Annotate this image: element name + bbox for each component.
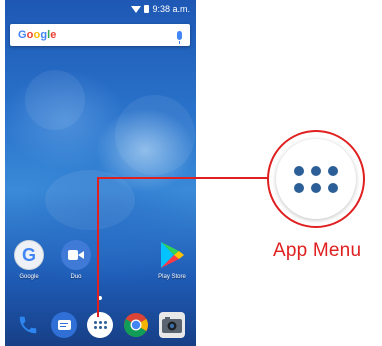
- app-drawer-icon: [93, 321, 107, 329]
- phone-icon: [19, 316, 37, 334]
- drawer-dot: [103, 326, 107, 329]
- messages-icon: [57, 320, 71, 330]
- chrome-icon: [124, 313, 148, 338]
- drawer-dot: [311, 165, 321, 176]
- google-logo: Google: [18, 29, 177, 41]
- wallpaper-shape: [25, 70, 85, 130]
- dock-messages[interactable]: [51, 312, 77, 338]
- drawer-dot: [98, 326, 102, 329]
- app-drawer-icon: [276, 139, 356, 219]
- wallpaper-shape: [115, 95, 195, 175]
- logo-letter: e: [50, 29, 57, 41]
- drawer-dot: [311, 182, 321, 193]
- status-bar: 9:38 a.m.: [5, 0, 196, 18]
- play-store-glyph: [161, 242, 184, 268]
- drawer-dot: [103, 321, 107, 324]
- app-menu-zoom: [267, 130, 365, 228]
- wifi-icon: [131, 5, 142, 13]
- wallpaper-shape: [45, 170, 135, 230]
- duo-camera-glyph: [68, 250, 84, 260]
- callout-leader-vertical: [97, 177, 99, 317]
- camera-icon: [162, 317, 182, 333]
- google-search-bar[interactable]: Google: [10, 24, 190, 46]
- app-label: Play Store: [158, 274, 186, 280]
- app-google[interactable]: G Google: [8, 240, 50, 280]
- drawer-dot: [328, 165, 338, 176]
- drawer-dot: [98, 321, 102, 324]
- google-g-glyph: G: [21, 244, 36, 265]
- app-menu-label: App Menu: [273, 240, 362, 261]
- mic-icon[interactable]: [177, 30, 182, 44]
- message-line: [59, 323, 68, 324]
- dock-camera[interactable]: [159, 312, 185, 338]
- drawer-dot: [294, 165, 304, 176]
- drawer-dot: [93, 326, 97, 329]
- dock-phone[interactable]: [15, 312, 41, 338]
- app-play-store[interactable]: Play Store: [151, 240, 193, 280]
- drawer-dot: [93, 321, 97, 324]
- dock-chrome[interactable]: [123, 312, 149, 338]
- logo-letter: G: [18, 29, 27, 41]
- app-duo[interactable]: Duo: [55, 240, 97, 280]
- status-time: 9:38 a.m.: [152, 4, 190, 14]
- duo-icon: [61, 240, 91, 270]
- drawer-dot: [328, 182, 338, 193]
- message-line: [59, 326, 66, 327]
- app-label: Google: [19, 274, 39, 280]
- phone-screen: 9:38 a.m. Google G Google Duo Play Store: [5, 0, 196, 346]
- callout-leader-horizontal: [97, 177, 268, 179]
- drawer-dot: [294, 182, 304, 193]
- app-label: Duo: [70, 274, 82, 280]
- google-icon: G: [14, 240, 44, 270]
- play-store-icon: [157, 240, 187, 270]
- dock-app-drawer[interactable]: [87, 312, 113, 338]
- battery-icon: [144, 5, 150, 13]
